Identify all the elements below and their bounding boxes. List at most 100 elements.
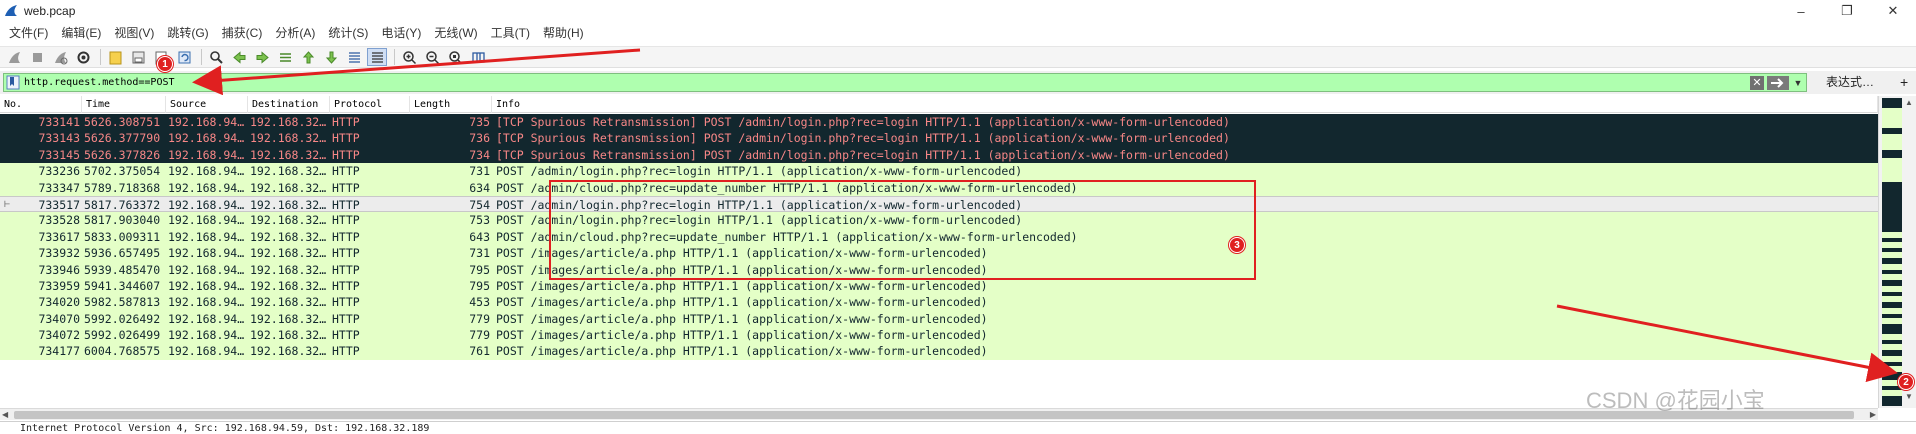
- apply-filter-icon[interactable]: [1767, 75, 1789, 90]
- last-packet-icon[interactable]: [321, 48, 341, 66]
- packet-info: POST /images/article/a.php HTTP/1.1 (app…: [496, 344, 988, 359]
- expression-button[interactable]: 表达式…: [1826, 72, 1874, 92]
- menu-file[interactable]: 文件(F): [4, 24, 56, 41]
- go-forward-icon[interactable]: [252, 48, 272, 66]
- scroll-right-arrow-icon[interactable]: ▶: [1870, 409, 1876, 421]
- packet-source: 192.168.94…: [168, 147, 245, 162]
- capture-options-icon[interactable]: [73, 48, 93, 66]
- close-file-icon[interactable]: [151, 48, 171, 66]
- packet-row[interactable]: 734177 6004.768575 192.168.94… 192.168.3…: [0, 343, 1878, 360]
- save-file-icon[interactable]: [128, 48, 148, 66]
- menu-help[interactable]: 帮助(H): [538, 24, 592, 41]
- menu-tools[interactable]: 工具(T): [486, 24, 538, 41]
- recent-filters-dropdown-icon[interactable]: ▼: [1792, 76, 1804, 90]
- display-filter-input[interactable]: [24, 74, 1750, 91]
- scroll-left-arrow-icon[interactable]: ◀: [2, 409, 8, 421]
- menu-analyze[interactable]: 分析(A): [270, 24, 323, 41]
- packet-protocol: HTTP: [332, 328, 360, 343]
- find-packet-icon[interactable]: [206, 48, 226, 66]
- minimap-mark: [1882, 350, 1902, 356]
- autoscroll-icon[interactable]: [344, 48, 364, 66]
- menu-go[interactable]: 跳转(G): [162, 24, 216, 41]
- packet-length: 735: [469, 115, 490, 129]
- close-button[interactable]: ✕: [1870, 0, 1916, 22]
- column-protocol[interactable]: Protocol: [330, 96, 410, 113]
- minimap-mark: [1882, 372, 1902, 380]
- column-length[interactable]: Length: [410, 96, 492, 113]
- horizontal-scroll-thumb[interactable]: [14, 411, 1854, 419]
- packet-info: POST /images/article/a.php HTTP/1.1 (app…: [496, 328, 988, 343]
- packet-row[interactable]: 733236 5702.375054 192.168.94… 192.168.3…: [0, 163, 1878, 180]
- packet-row[interactable]: 734020 5982.587813 192.168.94… 192.168.3…: [0, 294, 1878, 311]
- toolbar-separator: [394, 49, 395, 65]
- column-info[interactable]: Info: [492, 96, 1878, 113]
- detail-row-ipv4[interactable]: Internet Protocol Version 4, Src: 192.16…: [0, 422, 1916, 434]
- start-capture-icon[interactable]: [4, 48, 24, 66]
- packet-info: [TCP Spurious Retransmission] POST /admi…: [496, 131, 1230, 146]
- reload-file-icon[interactable]: [174, 48, 194, 66]
- minimap-mark: [1882, 98, 1902, 108]
- packet-row[interactable]: 733946 5939.485470 192.168.94… 192.168.3…: [0, 261, 1878, 278]
- packet-no: 733141: [38, 115, 80, 129]
- packet-destination: 192.168.32…: [250, 229, 327, 244]
- zoom-in-icon[interactable]: [399, 48, 419, 66]
- packet-row[interactable]: 733932 5936.657495 192.168.94… 192.168.3…: [0, 245, 1878, 262]
- packet-protocol: HTTP: [332, 278, 360, 293]
- window-title: web.pcap: [24, 4, 76, 18]
- packet-source: 192.168.94…: [168, 213, 245, 228]
- packet-time: 5702.375054: [84, 164, 161, 179]
- zoom-out-icon[interactable]: [422, 48, 442, 66]
- scroll-up-arrow-icon[interactable]: ▲: [1903, 98, 1915, 110]
- menu-statistics[interactable]: 统计(S): [323, 24, 376, 41]
- packet-row[interactable]: 733528 5817.903040 192.168.94… 192.168.3…: [0, 212, 1878, 229]
- first-packet-icon[interactable]: [298, 48, 318, 66]
- packet-time: 5789.718368: [84, 180, 161, 195]
- packet-length: 795: [469, 262, 490, 277]
- packet-row[interactable]: 733959 5941.344607 192.168.94… 192.168.3…: [0, 277, 1878, 295]
- packet-row[interactable]: 733143 5626.377790 192.168.94… 192.168.3…: [0, 130, 1878, 147]
- restart-capture-icon[interactable]: [50, 48, 70, 66]
- packet-length: 795: [469, 278, 490, 293]
- horizontal-scrollbar[interactable]: ◀ ▶: [0, 408, 1878, 420]
- packet-list-scrollbar[interactable]: ▲ ▼: [1878, 96, 1916, 408]
- column-time[interactable]: Time: [82, 96, 166, 113]
- packet-length: 734: [469, 147, 490, 162]
- minimize-button[interactable]: –: [1778, 0, 1824, 22]
- packet-destination: 192.168.32…: [250, 213, 327, 228]
- packet-row[interactable]: 733347 5789.718368 192.168.94… 192.168.3…: [0, 179, 1878, 196]
- packet-protocol: HTTP: [332, 344, 360, 359]
- stop-capture-icon[interactable]: [27, 48, 47, 66]
- packet-no: 733946: [38, 262, 80, 277]
- maximize-button[interactable]: ❐: [1824, 0, 1870, 22]
- packet-time: 5936.657495: [84, 246, 161, 261]
- menu-capture[interactable]: 捕获(C): [217, 24, 271, 41]
- zoom-normal-icon[interactable]: [445, 48, 465, 66]
- packet-source: 192.168.94…: [168, 295, 245, 310]
- packet-row[interactable]: 734072 5992.026499 192.168.94… 192.168.3…: [0, 327, 1878, 344]
- packet-minimap[interactable]: [1882, 98, 1902, 406]
- packet-row[interactable]: 734070 5992.026492 192.168.94… 192.168.3…: [0, 310, 1878, 328]
- packet-row[interactable]: 733617 5833.009311 192.168.94… 192.168.3…: [0, 228, 1878, 246]
- filter-bookmark-icon[interactable]: [6, 75, 20, 90]
- column-destination[interactable]: Destination: [248, 96, 330, 113]
- clear-filter-icon[interactable]: ✕: [1750, 75, 1764, 90]
- packet-row[interactable]: 733141 5626.308751 192.168.94… 192.168.3…: [0, 114, 1878, 131]
- menu-bar: 文件(F) 编辑(E) 视图(V) 跳转(G) 捕获(C) 分析(A) 统计(S…: [0, 22, 1916, 42]
- menu-view[interactable]: 视图(V): [109, 24, 162, 41]
- go-to-packet-icon[interactable]: [275, 48, 295, 66]
- packet-row-selected[interactable]: ⊢ 733517 5817.763372 192.168.94… 192.168…: [0, 195, 1878, 213]
- scroll-down-arrow-icon[interactable]: ▼: [1903, 392, 1915, 404]
- packet-time: 5992.026499: [84, 328, 161, 343]
- column-source[interactable]: Source: [166, 96, 248, 113]
- add-filter-button[interactable]: +: [1900, 72, 1908, 92]
- colorize-icon[interactable]: [367, 48, 387, 66]
- menu-telephony[interactable]: 电话(Y): [376, 24, 429, 41]
- menu-edit[interactable]: 编辑(E): [56, 24, 109, 41]
- open-file-icon[interactable]: [105, 48, 125, 66]
- menu-wireless[interactable]: 无线(W): [429, 24, 485, 41]
- column-no[interactable]: No.: [0, 96, 82, 113]
- go-back-icon[interactable]: [229, 48, 249, 66]
- resize-columns-icon[interactable]: [468, 48, 488, 66]
- packet-row[interactable]: 733145 5626.377826 192.168.94… 192.168.3…: [0, 146, 1878, 164]
- packet-no: 734020: [38, 295, 80, 310]
